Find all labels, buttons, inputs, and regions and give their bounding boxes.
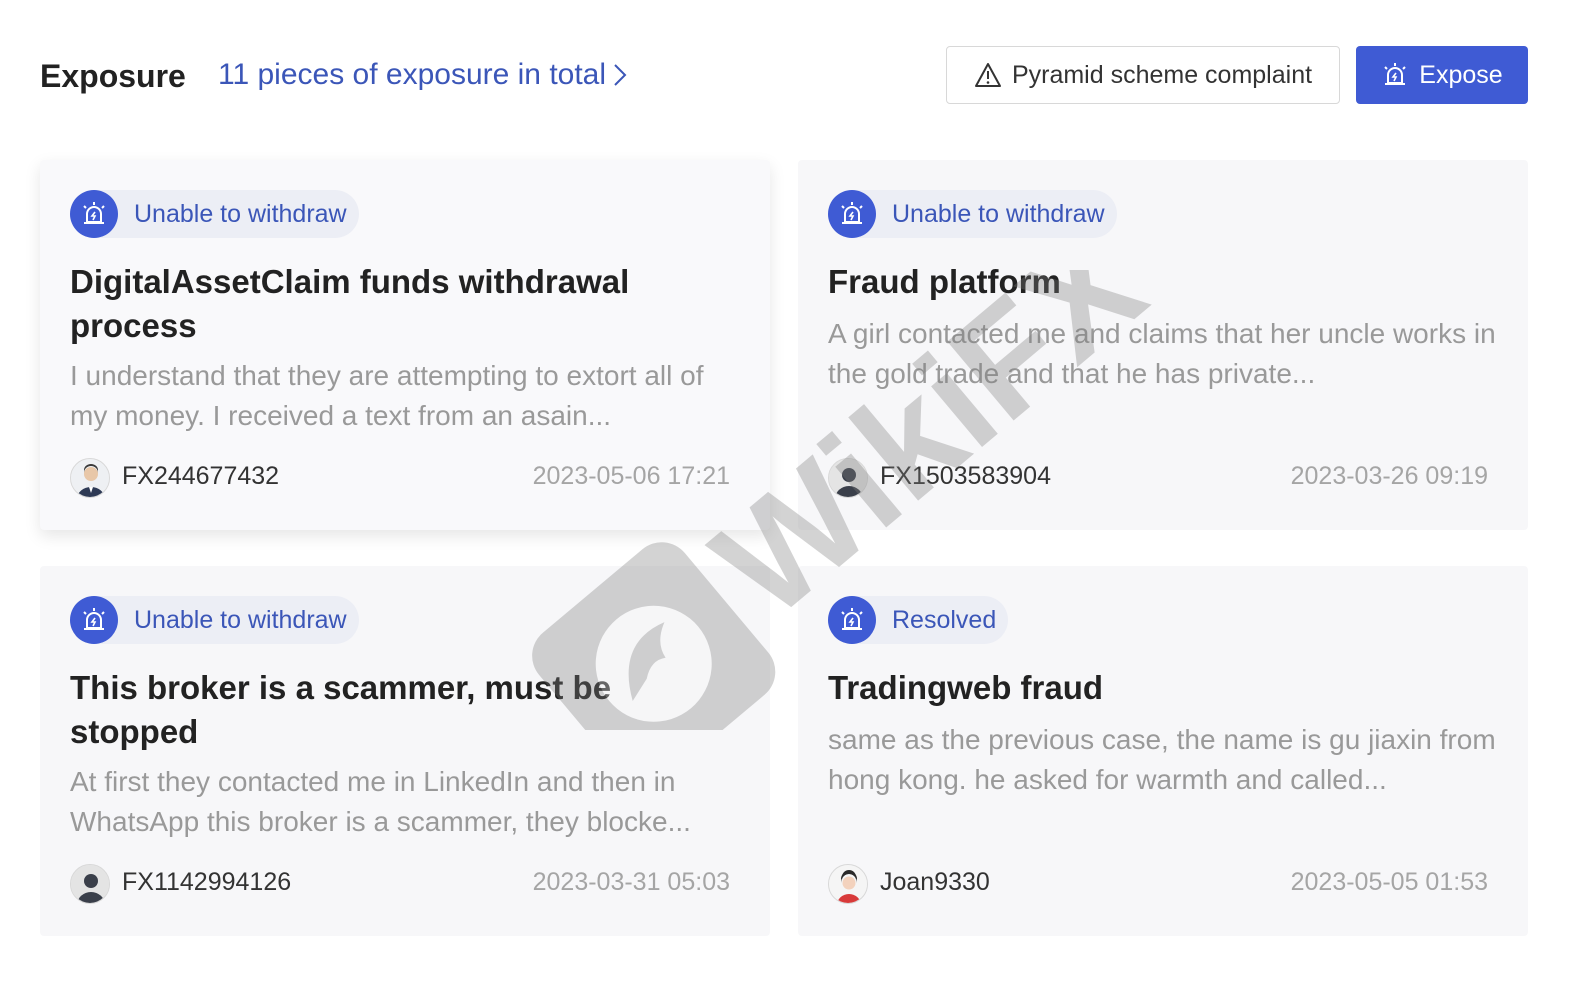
warning-icon [974,63,1001,87]
avatar [70,864,110,904]
card-excerpt: same as the previous case, the name is g… [828,724,1496,795]
alarm-icon [1384,63,1407,85]
post-date: 2023-03-31 05:03 [532,868,730,896]
author-name: FX1142994126 [122,868,292,896]
page-title: Exposure [40,58,186,94]
avatar [70,458,110,498]
alarm-icon [70,190,118,238]
status-tag: Resolved [828,596,1009,644]
card-title: This broker is a scammer, must be stoppe… [70,669,612,750]
post-date: 2023-05-05 01:53 [1290,868,1488,896]
author-name: FX244677432 [122,462,280,490]
pyramid-complaint-label: Pyramid scheme complaint [1011,60,1313,89]
pyramid-complaint-button[interactable]: Pyramid scheme complaint [946,46,1340,104]
card-excerpt: A girl contacted me and claims that her … [828,318,1496,389]
card-excerpt: I understand that they are attempting to… [70,360,704,431]
expose-label: Expose [1419,60,1503,89]
post-date: 2023-05-06 17:21 [532,462,730,490]
avatar [828,458,868,498]
exposure-card[interactable]: Unable to withdraw Fraud platform A girl… [798,160,1528,530]
exposure-header: Exposure 11 pieces of exposure in total … [40,46,1528,106]
post-date: 2023-03-26 09:19 [1290,462,1488,490]
total-exposure-link[interactable]: 11 pieces of exposure in total [218,58,628,92]
status-tag: Unable to withdraw [70,190,359,238]
status-tag: Unable to withdraw [70,596,359,644]
expose-button[interactable]: Expose [1356,46,1528,104]
card-title: Fraud platform [828,263,1061,300]
card-title: Tradingweb fraud [828,669,1104,706]
chevron-right-icon [614,64,627,86]
exposure-card[interactable]: Unable to withdraw DigitalAssetClaim fun… [40,160,770,530]
author-name: Joan9330 [880,868,990,896]
status-tag-label: Unable to withdraw [892,199,1105,228]
exposure-card[interactable]: Resolved Tradingweb fraud same as the pr… [798,566,1528,936]
author-name: FX1503583904 [880,462,1051,490]
exposure-card[interactable]: Unable to withdraw This broker is a scam… [40,566,770,936]
status-tag-label: Resolved [892,605,997,634]
card-excerpt: At first they contacted me in LinkedIn a… [70,766,691,837]
alarm-icon [828,596,876,644]
status-tag-label: Unable to withdraw [134,199,347,228]
alarm-icon [828,190,876,238]
status-tag: Unable to withdraw [828,190,1117,238]
card-title: DigitalAssetClaim funds withdrawal proce… [70,263,630,344]
total-exposure-label: 11 pieces of exposure in total [218,58,607,91]
alarm-icon [70,596,118,644]
avatar [828,864,868,904]
status-tag-label: Unable to withdraw [134,605,347,634]
